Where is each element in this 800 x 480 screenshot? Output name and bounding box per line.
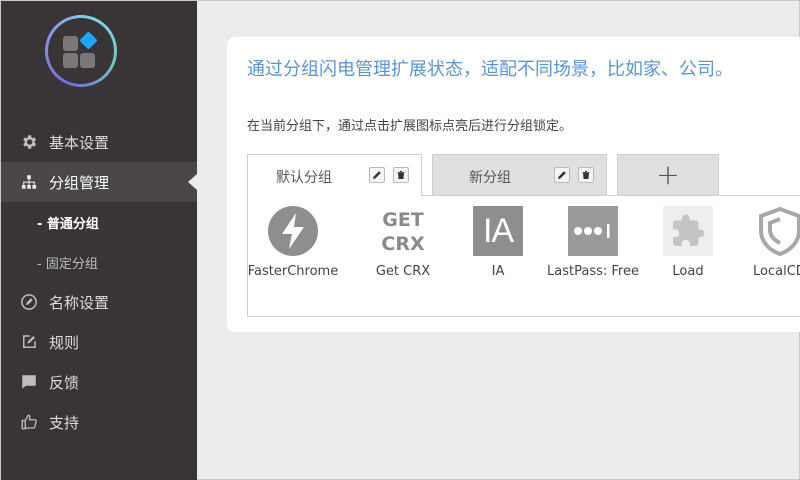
shield-icon [755, 206, 800, 257]
sidebar-item-label: 基本设置 [49, 133, 110, 152]
page-title: 通过分组闪电管理扩展状态，适配不同场景，比如家、公司。 [247, 59, 733, 80]
sidebar-item-name-settings[interactable]: 名称设置 [1, 282, 197, 322]
plus-icon: + [656, 158, 680, 191]
sidebar-item-label: 支持 [49, 413, 80, 432]
sidebar-item-label: 分组管理 [49, 173, 110, 192]
edit-icon[interactable] [554, 167, 570, 183]
org-chart-icon [20, 173, 38, 191]
tab-label: 新分组 [469, 170, 511, 186]
extension-item[interactable]: IA IA [448, 206, 548, 279]
app-logo [45, 15, 117, 87]
extension-name: LocalCD [753, 264, 800, 279]
extension-name: LastPass: Free [547, 264, 639, 279]
chat-bubble-icon [20, 373, 38, 391]
sidebar-subitem-label: - 普通分组 [37, 216, 99, 232]
extension-name: Get CRX [375, 264, 431, 279]
puzzle-piece-icon [663, 206, 713, 256]
sidebar-item-basic-settings[interactable]: 基本设置 [1, 122, 197, 162]
extensions-panel: FasterChrome GET CRX Get CRX IA IA LastPa… [247, 195, 800, 317]
lightning-bolt-icon [268, 206, 318, 256]
extension-name: Load [672, 264, 704, 279]
page-description: 在当前分组下，通过点击扩展图标点亮后进行分组锁定。 [247, 119, 573, 134]
sidebar-item-label: 名称设置 [49, 293, 110, 312]
add-group-button[interactable]: + [617, 154, 719, 195]
gear-icon [20, 133, 38, 151]
sidebar-item-support[interactable]: 支持 [1, 402, 197, 442]
edit-icon[interactable] [369, 167, 385, 183]
sidebar-item-label: 反馈 [49, 373, 80, 392]
ia-icon: IA [473, 206, 523, 256]
sidebar-item-rules[interactable]: 规则 [1, 322, 197, 362]
extension-item[interactable]: GET CRX Get CRX [353, 206, 453, 279]
get-crx-icon: GET CRX [381, 209, 425, 255]
tab-default-group[interactable]: 默认分组 [247, 154, 422, 196]
sidebar: 基本设置 分组管理 - 普通分组 - 固定分组 名称设置 规则 反馈 支持 [1, 1, 197, 480]
sidebar-item-label: 规则 [49, 333, 80, 352]
sidebar-item-group-management[interactable]: 分组管理 [1, 162, 197, 202]
tab-new-group[interactable]: 新分组 [432, 154, 607, 195]
extension-item[interactable]: Load [638, 206, 738, 279]
tab-label: 默认分组 [276, 170, 332, 186]
group-management-card: 通过分组闪电管理扩展状态，适配不同场景，比如家、公司。 在当前分组下，通过点击扩… [227, 37, 800, 332]
trash-icon[interactable] [578, 167, 594, 183]
extension-item[interactable]: LocalCD [733, 206, 800, 279]
sidebar-subitem-fixed-group[interactable]: - 固定分组 [1, 242, 197, 282]
extension-name: FasterChrome [247, 264, 339, 279]
trash-icon[interactable] [393, 167, 409, 183]
pencil-circle-icon [20, 293, 38, 311]
lastpass-icon [568, 206, 618, 256]
sidebar-subitem-normal-group[interactable]: - 普通分组 [1, 202, 197, 242]
extension-name: IA [491, 264, 505, 279]
extension-item[interactable]: LastPass: Free [543, 206, 643, 279]
sidebar-item-feedback[interactable]: 反馈 [1, 362, 197, 402]
edit-rules-icon [20, 333, 38, 351]
sidebar-subitem-label: - 固定分组 [37, 256, 98, 272]
extension-item[interactable]: FasterChrome [243, 206, 343, 279]
thumbs-up-icon [20, 413, 38, 431]
